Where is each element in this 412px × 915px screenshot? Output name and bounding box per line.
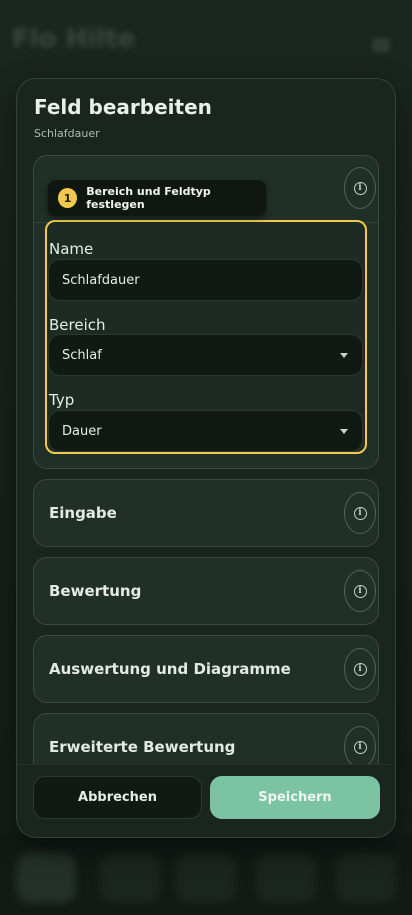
dialog-title: Feld bearbeiten	[34, 95, 212, 119]
info-icon: i	[353, 740, 367, 754]
analysis-info-button[interactable]: i	[344, 648, 376, 690]
nav-item-history	[256, 853, 316, 903]
tooltip-text: Bereich und Feldtyp festlegen	[86, 185, 211, 211]
input-info-button[interactable]: i	[344, 492, 376, 534]
chevron-down-icon	[340, 353, 348, 358]
section-input-title: Eingabe	[49, 504, 117, 522]
section-rating-title: Bewertung	[49, 582, 142, 600]
general-info-button[interactable]: i	[344, 167, 376, 209]
nav-item-add	[176, 853, 236, 903]
rating-info-button[interactable]: i	[344, 570, 376, 612]
type-label: Typ	[49, 391, 75, 409]
chevron-down-icon	[340, 429, 348, 434]
type-select-value: Dauer	[62, 423, 102, 439]
name-input[interactable]: Schlafdauer	[48, 259, 363, 301]
dialog-subtitle: Schlafdauer	[34, 127, 100, 140]
section-advanced-rating-title: Erweiterte Bewertung	[49, 738, 236, 756]
tutorial-tooltip: 1 Bereich und Feldtyp festlegen	[48, 180, 266, 216]
nav-item-home	[16, 853, 76, 903]
name-label: Name	[49, 240, 94, 258]
info-icon: i	[353, 181, 367, 195]
cancel-button[interactable]: Abbrechen	[33, 776, 202, 819]
info-icon: i	[353, 584, 367, 598]
dialog-footer: Abbrechen Speichern	[17, 764, 395, 837]
area-label: Bereich	[49, 316, 106, 334]
section-analysis-title: Auswertung und Diagramme	[49, 660, 291, 678]
area-select-value: Schlaf	[62, 347, 102, 363]
section-analysis[interactable]: Auswertung und Diagramme i	[33, 635, 379, 703]
nav-item-stats	[100, 853, 160, 903]
area-select[interactable]: Schlaf	[48, 334, 363, 376]
bottom-navigation	[0, 833, 412, 915]
advanced-rating-info-button[interactable]: i	[344, 726, 376, 768]
type-select[interactable]: Dauer	[48, 410, 363, 452]
background-title: Flo Hilte	[12, 24, 136, 54]
save-button[interactable]: Speichern	[210, 776, 380, 819]
section-rating[interactable]: Bewertung i	[33, 557, 379, 625]
background-menu-icon	[372, 38, 390, 52]
info-icon: i	[353, 662, 367, 676]
step-number-badge: 1	[58, 188, 78, 208]
info-icon: i	[353, 506, 367, 520]
nav-item-profile	[336, 853, 396, 903]
section-input[interactable]: Eingabe i	[33, 479, 379, 547]
